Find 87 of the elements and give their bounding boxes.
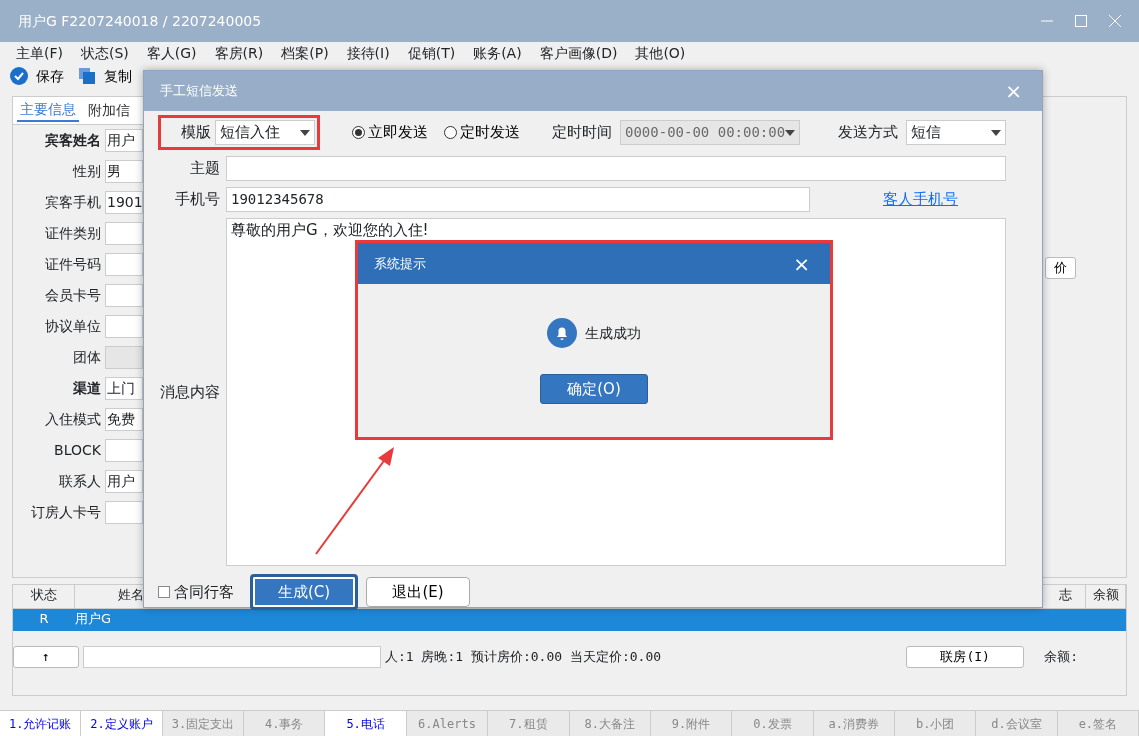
confirm-button[interactable]: 确定(O) [540, 374, 648, 404]
menu-item[interactable]: 接待(I) [346, 42, 390, 64]
radio-option[interactable]: 立即发送 [352, 121, 428, 144]
name-cell-text: 用户G [75, 610, 113, 628]
column-header: 状态 [13, 585, 75, 608]
input-field[interactable] [105, 222, 143, 245]
field-label: 入住模式 [44, 410, 101, 429]
input-field[interactable] [105, 284, 143, 307]
radio-option[interactable]: 定时发送 [444, 121, 520, 144]
input-field[interactable] [105, 315, 143, 338]
field-label: 团体 [72, 348, 101, 367]
schedule-label: 定时时间 [552, 122, 612, 144]
caret-icon [300, 129, 310, 136]
phone-label: 手机号 [174, 189, 220, 211]
bottom-tab[interactable]: 5.电话 [325, 711, 407, 736]
field-value: 0000-00-00 00:00:00 [625, 123, 786, 142]
input-field[interactable] [105, 439, 143, 462]
field-label: 渠道 [72, 379, 101, 398]
column-header: 余额 [1086, 585, 1126, 608]
close-icon[interactable] [1109, 15, 1121, 27]
field-label: 协议单位 [44, 317, 101, 336]
alert-title: 系统提示 [374, 254, 426, 273]
status-cell-text: R [38, 610, 50, 628]
summary-text: 人:1 房晚:1 预计房价:0.00 当天定价:0.00 [385, 648, 662, 667]
link-room-button[interactable]: 联房(I) [906, 646, 1025, 668]
field-label: 订房人卡号 [30, 503, 101, 522]
subject-label: 主题 [189, 158, 220, 180]
close-button[interactable]: × [789, 248, 814, 279]
checkbox[interactable] [158, 586, 170, 598]
field-label: 宾客姓名 [44, 131, 101, 150]
field-label: 证件号码 [44, 255, 101, 274]
select-value: 短信入住 [220, 122, 280, 144]
up-button[interactable]: ↑ [13, 646, 79, 668]
menu-item[interactable]: 其他(O) [635, 42, 686, 64]
summary-field[interactable] [83, 646, 381, 668]
input-field[interactable]: 男 [105, 160, 143, 183]
field-label: 证件类别 [44, 224, 101, 243]
field-label: 性别 [71, 162, 101, 181]
menu-item[interactable]: 档案(P) [281, 42, 329, 64]
input-field[interactable]: 免费 [105, 408, 143, 431]
input-field[interactable] [105, 501, 143, 524]
bell-icon [547, 318, 577, 348]
field-label: 联系人 [58, 472, 101, 491]
field-label: 宾客手机 [44, 193, 101, 212]
copy-icon [78, 67, 96, 85]
field-label: BLOCK [53, 441, 101, 460]
tab[interactable]: 附加信 [85, 99, 133, 122]
balance-label: 余额: [1044, 648, 1078, 667]
menu-item[interactable]: 客房(R) [214, 42, 264, 64]
input-field[interactable]: 1901 [105, 191, 143, 214]
bottom-tab[interactable]: 1.允许记账 [0, 711, 82, 736]
menu-item[interactable]: 客人(G) [146, 42, 197, 64]
menu-item[interactable]: 主单(F) [16, 42, 63, 64]
menu-item[interactable]: 客户画像(D) [539, 42, 618, 64]
dialog-button[interactable]: 退出(E) [366, 577, 470, 607]
bottom-tab[interactable]: 2.定义账户 [81, 711, 163, 736]
dialog-title: 手工短信发送 [160, 82, 238, 101]
menu-item[interactable]: 账务(A) [473, 42, 522, 64]
toolbar-button[interactable]: 保存 [10, 65, 64, 87]
maximize-icon[interactable] [1075, 15, 1087, 27]
menu-item[interactable]: 状态(S) [81, 42, 129, 64]
subject-field[interactable] [226, 156, 1006, 181]
table-row[interactable]: R 用户G [13, 609, 1126, 631]
toolbar-button[interactable]: 复制 [78, 65, 132, 87]
input-field[interactable] [105, 253, 143, 276]
caret-icon [785, 129, 795, 136]
dialog-button[interactable]: 生成(C) [250, 574, 358, 610]
input-field[interactable]: 上门 [105, 377, 143, 400]
method-select[interactable]: 短信 [906, 120, 1006, 145]
caret-icon [991, 129, 1001, 136]
column-header: 志 [1046, 585, 1086, 608]
price-button[interactable]: 价 [1045, 257, 1076, 279]
tab[interactable]: 主要信息 [17, 99, 79, 122]
input-field[interactable]: 用户 [105, 129, 143, 152]
guest-phone-link[interactable]: 客人手机号 [883, 188, 958, 211]
menu-item[interactable]: 促销(T) [407, 42, 456, 64]
method-label: 发送方式 [838, 122, 898, 144]
field-label: 会员卡号 [44, 286, 101, 305]
check-icon [10, 67, 28, 85]
input-field[interactable]: 用户 [105, 470, 143, 493]
window-title: 用户G F2207240018 / 2207240005 [18, 11, 262, 31]
alert-message: 生成成功 [585, 323, 641, 343]
select-value: 短信 [911, 122, 941, 144]
message-label: 消息内容 [159, 381, 220, 403]
phone-field[interactable]: 19012345678 [226, 187, 810, 212]
template-select[interactable]: 短信入住 [215, 120, 315, 145]
template-label: 模版 [180, 122, 211, 144]
